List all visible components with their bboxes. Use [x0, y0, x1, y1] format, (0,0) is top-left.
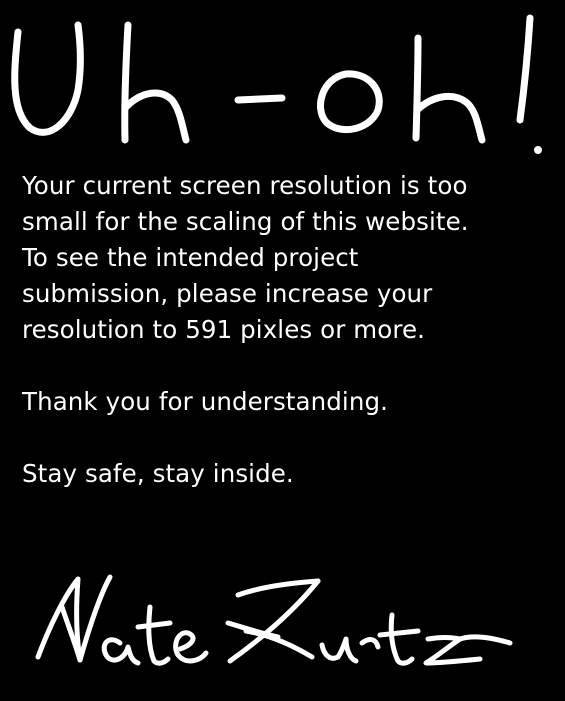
thank-you-paragraph: Thank you for understanding. [22, 387, 388, 416]
signature-drawing [35, 574, 513, 666]
headline-drawing [11, 14, 542, 154]
stay-safe-paragraph: Stay safe, stay inside. [22, 459, 294, 488]
handwritten-headline [0, 0, 565, 165]
resolution-message: Your current screen resolution is too sm… [22, 168, 552, 492]
handwritten-signature [20, 565, 520, 675]
resolution-warning-paragraph: Your current screen resolution is too sm… [22, 171, 469, 344]
error-page: Your current screen resolution is too sm… [0, 0, 565, 701]
